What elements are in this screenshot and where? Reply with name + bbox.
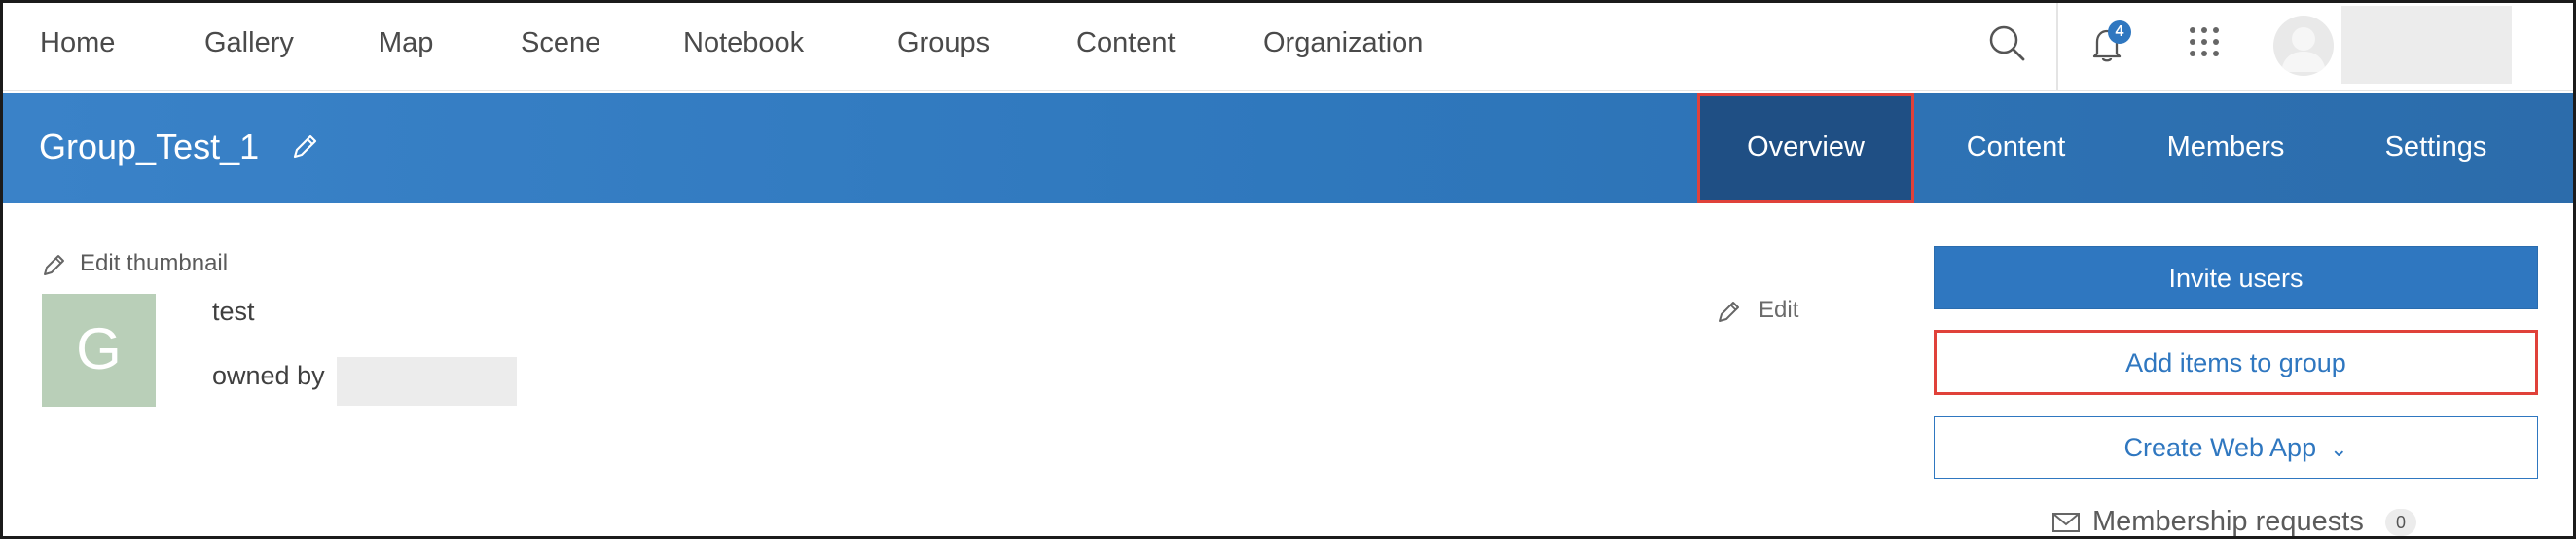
- search-icon[interactable]: [1982, 18, 2033, 69]
- nav-gallery[interactable]: Gallery: [204, 3, 294, 83]
- nav-map[interactable]: Map: [379, 3, 433, 83]
- nav-scene[interactable]: Scene: [521, 3, 600, 83]
- group-summary: test: [212, 297, 255, 326]
- edit-title-pencil-icon[interactable]: [287, 129, 322, 164]
- tab-overview[interactable]: Overview: [1697, 93, 1914, 203]
- chevron-down-icon: ⌄: [2330, 437, 2348, 461]
- nav-content[interactable]: Content: [1076, 3, 1176, 83]
- owned-by-label: owned by: [212, 361, 325, 390]
- username-redacted[interactable]: [2341, 6, 2512, 84]
- membership-count-badge: 0: [2385, 509, 2416, 536]
- pencil-icon: [44, 255, 64, 275]
- tab-members[interactable]: Members: [2144, 93, 2307, 203]
- tab-settings[interactable]: Settings: [2356, 93, 2516, 203]
- membership-requests-label: Membership requests: [2092, 506, 2364, 537]
- user-avatar-icon[interactable]: [2273, 16, 2334, 76]
- add-items-button[interactable]: Add items to group: [1934, 330, 2538, 395]
- nav-home[interactable]: Home: [40, 3, 115, 83]
- tab-content[interactable]: Content: [1940, 93, 2092, 203]
- envelope-icon: [2052, 513, 2080, 532]
- group-thumbnail: G: [42, 294, 156, 407]
- top-navigation: Home Gallery Map Scene Notebook Groups C…: [3, 3, 2573, 91]
- pencil-icon: [1719, 302, 1739, 322]
- edit-label: Edit: [1759, 297, 1799, 323]
- nav-notebook[interactable]: Notebook: [683, 3, 804, 83]
- nav-organization[interactable]: Organization: [1263, 3, 1423, 83]
- group-title: Group_Test_1: [39, 126, 260, 166]
- nav-groups[interactable]: Groups: [897, 3, 990, 83]
- create-web-app-button[interactable]: Create Web App ⌄: [1934, 416, 2538, 479]
- edit-thumbnail-label: Edit thumbnail: [80, 250, 229, 276]
- app-window: Home Gallery Map Scene Notebook Groups C…: [0, 0, 2576, 539]
- edit-details-link[interactable]: Edit: [1715, 295, 1812, 328]
- app-launcher-icon[interactable]: [2179, 18, 2230, 69]
- nav-divider: [2056, 3, 2058, 91]
- group-header-bar: Group_Test_1 Overview Content Members Se…: [3, 93, 2573, 203]
- create-web-app-label: Create Web App: [2123, 433, 2317, 462]
- owner-name-redacted[interactable]: [337, 357, 517, 406]
- bell-icon[interactable]: 4: [2082, 18, 2132, 69]
- invite-users-button[interactable]: Invite users: [1934, 246, 2538, 309]
- notification-badge: 4: [2108, 20, 2131, 44]
